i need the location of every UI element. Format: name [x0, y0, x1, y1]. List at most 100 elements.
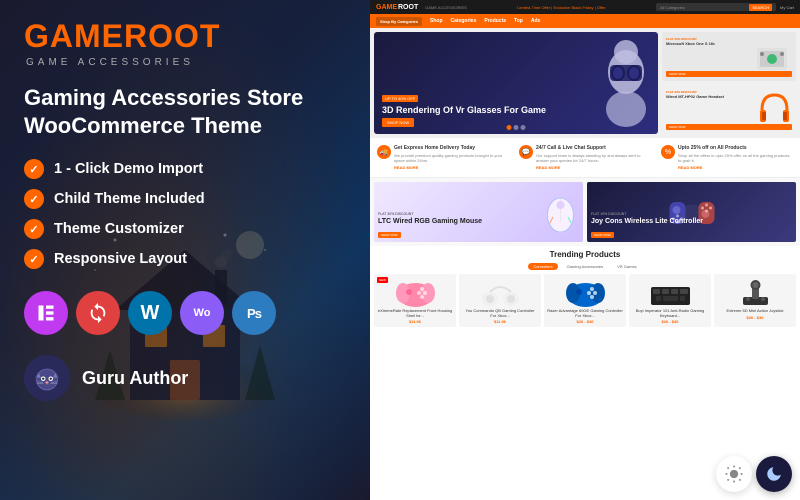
- website-mockup: GAME ROOT GAME ACCESSORIES Limited-Time …: [370, 0, 800, 500]
- info-desc-delivery: We provide premium quality gaming produc…: [394, 153, 509, 163]
- feature-label-3: Theme Customizer: [54, 221, 184, 237]
- plugin-icons: W Wo Ps: [24, 291, 346, 335]
- elementor-icon: [24, 291, 68, 335]
- logo-game-highlight: GAME: [24, 18, 124, 54]
- trending-item-5: Extreme 5D Mini Action Joystick $26 - $3…: [714, 274, 796, 328]
- logo-subtitle: GAME ACCESSORIES: [24, 57, 346, 68]
- logo-area: GAMEROOT GAME ACCESSORIES: [24, 18, 346, 68]
- delivery-icon: 🚚: [377, 145, 391, 159]
- feature-item-4: ✓ Responsive Layout: [24, 249, 346, 269]
- product-mouse-cta[interactable]: SHOP NOW: [378, 232, 401, 238]
- trending-item-2-image: [478, 277, 523, 309]
- trending-item-1-image: [393, 277, 438, 309]
- trending-item-3-price: $26 - $36: [577, 319, 594, 324]
- check-icon-4: ✓: [24, 249, 44, 269]
- trending-item-4-image: [648, 277, 693, 309]
- check-icon-2: ✓: [24, 189, 44, 209]
- mockup-logo-area: GAME ROOT GAME ACCESSORIES: [376, 4, 467, 11]
- author-icon: [24, 355, 70, 401]
- left-content: GAMEROOT GAME ACCESSORIES Gaming Accesso…: [0, 0, 370, 419]
- logo-game: GAMEROOT: [24, 18, 220, 55]
- mockup-logo-sub: GAME ACCESSORIES: [425, 5, 467, 10]
- check-icon-3: ✓: [24, 219, 44, 239]
- trending-item-1-name: eXtremeRate Replacement Front Housing Sh…: [377, 309, 453, 319]
- trending-tabs: Controllers Gaming Accessories VR Games: [374, 263, 796, 270]
- info-title-delivery: Get Express Home Delivery Today: [394, 145, 509, 152]
- info-link-offer[interactable]: READ MORE: [678, 165, 793, 170]
- trending-item-3-name: Razer Advantage 60GE Gaming Controller F…: [547, 309, 623, 319]
- product-card-controller: FLAT 19% DISCOUNT Joy Cons Wireless Lite…: [587, 182, 796, 242]
- photoshop-icon: Ps: [232, 291, 276, 335]
- author-label: Guru Author: [82, 368, 188, 389]
- trending-item-5-image: [733, 277, 778, 309]
- author-area: Guru Author: [24, 355, 346, 401]
- mockup-cart[interactable]: My Cart: [780, 5, 794, 10]
- nav-item-categories[interactable]: Shop By Categories: [376, 17, 422, 26]
- hero-cta-btn[interactable]: SHOP NOW: [382, 118, 414, 127]
- trending-item-4-price: $26 - $36: [662, 319, 679, 324]
- side-card-headset: FLAT 30% DISCOUNT Wired MT-HP02 Game Hea…: [662, 85, 796, 134]
- info-text-support: 24/7 Call & Live Chat Support Our suppor…: [536, 145, 651, 170]
- trending-tab-vr[interactable]: VR Games: [612, 263, 642, 270]
- info-link-delivery[interactable]: READ MORE: [394, 165, 509, 170]
- right-panel: GAME ROOT GAME ACCESSORIES Limited-Time …: [370, 0, 800, 500]
- feature-item-2: ✓ Child Theme Included: [24, 189, 346, 209]
- mockup-trending: Trending Products Controllers Gaming Acc…: [370, 246, 800, 332]
- dark-mode-toggle[interactable]: [756, 456, 792, 492]
- nav-item-categories-2[interactable]: Categories: [451, 18, 477, 24]
- feature-label-2: Child Theme Included: [54, 191, 205, 207]
- mockup-info-bar: 🚚 Get Express Home Delivery Today We pro…: [370, 138, 800, 178]
- nav-item-shop[interactable]: Shop: [430, 18, 443, 24]
- vr-glasses-image: [596, 37, 656, 127]
- feature-label-4: Responsive Layout: [54, 251, 187, 267]
- product-card-mouse: FLAT 30% DISCOUNT LTC Wired RGB Gaming M…: [374, 182, 583, 242]
- trending-item-1: NEW eXtremeRate Replacement Front Housin…: [374, 274, 456, 328]
- trending-item-4-name: Boyi Imperator 101 Anti-Radio Gaming Key…: [632, 309, 708, 319]
- info-card-offer: % Upto 25% off on All Products Shop all …: [658, 142, 796, 173]
- mockup-offer-text: Limited-Time Offer | Exclusive Black Fri…: [517, 5, 605, 10]
- woocommerce-icon: Wo: [180, 291, 224, 335]
- offer-icon: %: [661, 145, 675, 159]
- logo-root: ROOT: [124, 18, 220, 54]
- feature-item-1: ✓ 1 - Click Demo Import: [24, 159, 346, 179]
- info-desc-offer: Shop all the offers in upto 25% offer on…: [678, 153, 793, 163]
- trending-item-5-name: Extreme 5D Mini Action Joystick: [727, 309, 784, 314]
- info-text-offer: Upto 25% off on All Products Shop all th…: [678, 145, 793, 170]
- nav-item-top[interactable]: Top: [514, 18, 523, 24]
- mockup-topbar: GAME ROOT GAME ACCESSORIES Limited-Time …: [370, 0, 800, 14]
- trending-tab-accessories[interactable]: Gaming Accessories: [562, 263, 608, 270]
- product-mouse-name: LTC Wired RGB Gaming Mouse: [378, 218, 482, 226]
- mockup-search-bar[interactable]: All Categories SEARCH: [656, 3, 776, 11]
- hero-side-products: FLAT 30% DISCOUNT Microsoft Xbox One S 1…: [662, 32, 796, 134]
- product-controller-name: Joy Cons Wireless Lite Controller: [591, 218, 703, 226]
- trending-item-4: Boyi Imperator 101 Anti-Radio Gaming Key…: [629, 274, 711, 328]
- mockup-search-btn[interactable]: SEARCH: [749, 4, 772, 11]
- product-controller-cta[interactable]: SHOP NOW: [591, 232, 614, 238]
- nav-item-ads[interactable]: Ads: [531, 18, 540, 24]
- trending-tab-controllers[interactable]: Controllers: [528, 263, 557, 270]
- left-panel: GAMEROOT GAME ACCESSORIES Gaming Accesso…: [0, 0, 370, 500]
- info-text-delivery: Get Express Home Delivery Today We provi…: [394, 145, 509, 170]
- hero-text: UP TO 40% OFF 3D Rendering Of Vr Glasses…: [382, 95, 546, 126]
- mockup-hero: UP TO 40% OFF 3D Rendering Of Vr Glasses…: [370, 28, 800, 138]
- mockup-logo: GAME ROOT: [376, 4, 418, 11]
- feature-label-1: 1 - Click Demo Import: [54, 161, 203, 177]
- trending-item-2-price: $11.96: [494, 319, 506, 324]
- hero-discount-badge: UP TO 40% OFF: [382, 95, 418, 102]
- logo: GAMEROOT: [24, 18, 346, 55]
- info-card-support: 💬 24/7 Call & Live Chat Support Our supp…: [516, 142, 654, 173]
- main-heading: Gaming Accessories Store WooCommerce The…: [24, 84, 346, 139]
- nav-item-products[interactable]: Products: [484, 18, 506, 24]
- xbox-image: [752, 40, 792, 80]
- info-link-support[interactable]: READ MORE: [536, 165, 651, 170]
- trending-item-3-image: [563, 277, 608, 309]
- info-title-support: 24/7 Call & Live Chat Support: [536, 145, 651, 152]
- trending-item-3: Razer Advantage 60GE Gaming Controller F…: [544, 274, 626, 328]
- hero-title: 3D Rendering Of Vr Glasses For Game: [382, 105, 546, 116]
- light-mode-toggle[interactable]: [716, 456, 752, 492]
- gaming-mouse-image: [543, 187, 578, 232]
- trending-item-2-name: You Commando QB Gaming Controller For Xb…: [462, 309, 538, 319]
- trending-item-1-price: $11.96: [409, 319, 421, 324]
- mockup-logo-game: GAME: [376, 4, 397, 11]
- mockup-topbar-actions: All Categories SEARCH My Cart: [656, 3, 794, 11]
